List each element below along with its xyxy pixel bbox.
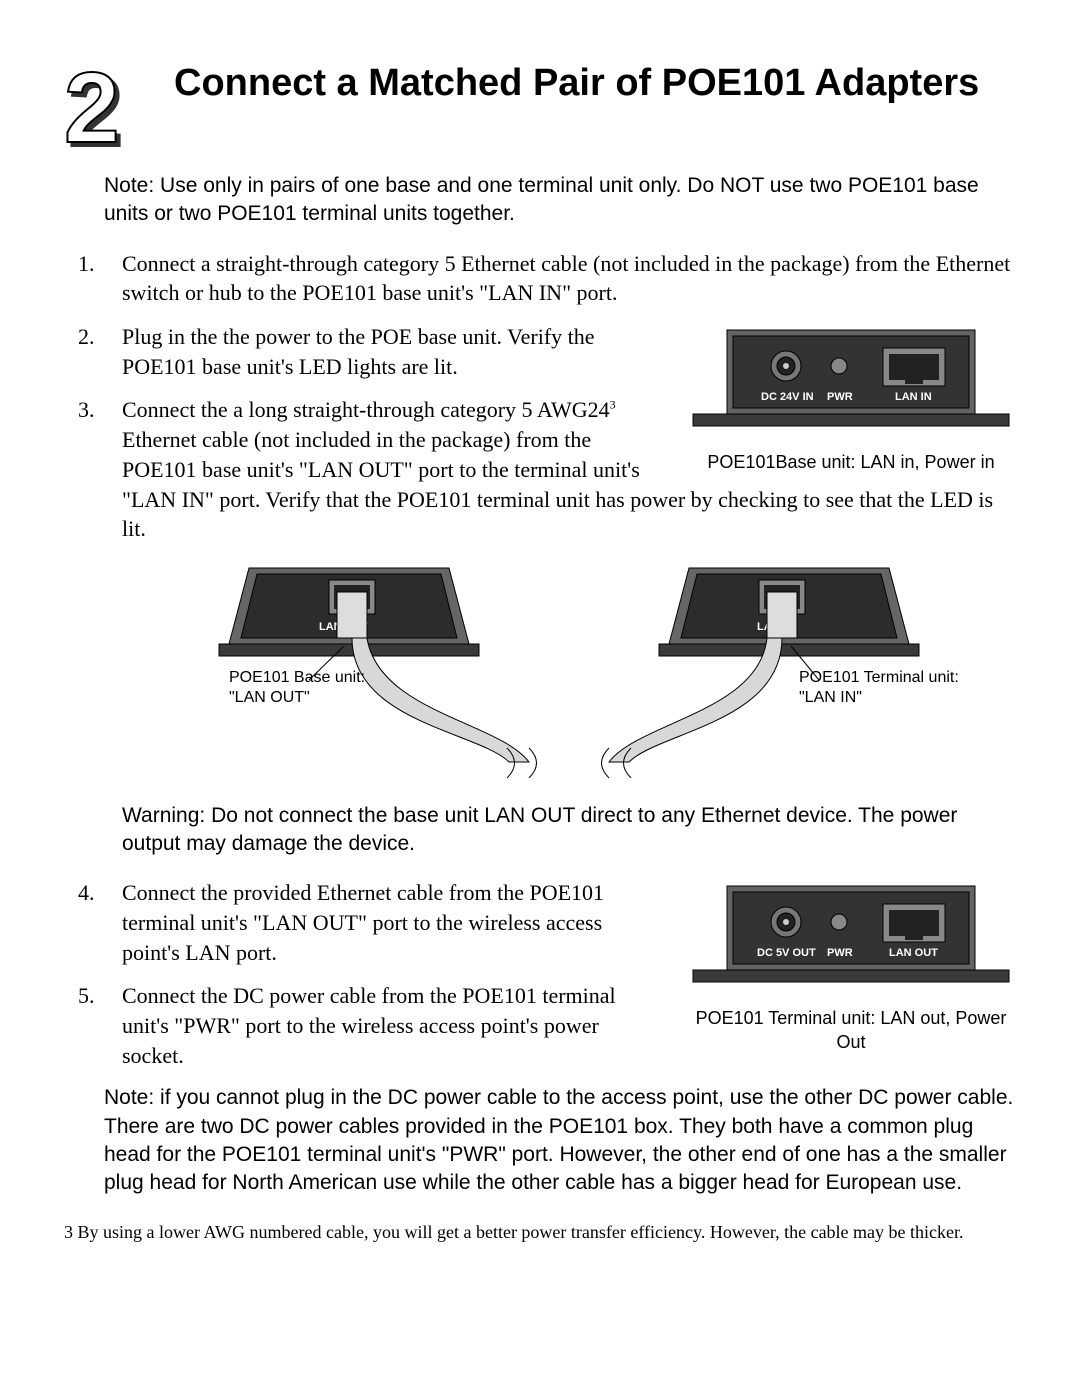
top-note: Note: Use only in pairs of one base and … (104, 172, 1016, 229)
page-title: Connect a Matched Pair of POE101 Adapter… (174, 58, 979, 106)
step-3-footnote-ref: 3 (610, 398, 616, 412)
figure-cable-link: LAN OUT LAN IN (179, 562, 959, 790)
step-3-text-a: Connect the a long straight-through cate… (122, 397, 610, 422)
fig2-left-caption-l2: "LAN OUT" (229, 689, 310, 706)
step-2-text: Plug in the the power to the POE base un… (122, 324, 595, 379)
terminal-unit-diagram-icon: DC 5V OUT PWR LAN OUT (691, 878, 1011, 988)
step-4: DC 5V OUT PWR LAN OUT POE101 Terminal un… (64, 878, 1016, 967)
bottom-note: Note: if you cannot plug in the DC power… (104, 1084, 1016, 1197)
step-3-text-b: Ethernet cable (not included in the pack… (122, 427, 993, 541)
footnote-text: By using a lower AWG numbered cable, you… (73, 1222, 964, 1242)
step-1: Connect a straight-through category 5 Et… (64, 249, 1016, 308)
steps-list: Connect a straight-through category 5 Et… (64, 249, 1016, 1071)
step-5-text: Connect the DC power cable from the POE1… (122, 983, 616, 1067)
fig2-right-caption-l2: "LAN IN" (799, 689, 862, 706)
fig2-right-caption-l1: POE101 Terminal unit: (799, 669, 959, 686)
step-number-icon: 2 2 (64, 58, 144, 148)
fig3-lan-label: LAN OUT (889, 947, 938, 959)
heading-row: 2 2 Connect a Matched Pair of POE101 Ada… (64, 58, 1016, 148)
document-page: 2 2 Connect a Matched Pair of POE101 Ada… (0, 0, 1080, 1283)
step-5: Connect the DC power cable from the POE1… (64, 981, 1016, 1070)
fig3-dc-label: DC 5V OUT (757, 947, 816, 959)
footnote: 3 By using a lower AWG numbered cable, y… (64, 1222, 1016, 1244)
step-number: 2 (64, 58, 120, 158)
fig3-pwr-label: PWR (827, 947, 853, 959)
warning-text: Warning: Do not connect the base unit LA… (122, 802, 1016, 859)
cable-link-diagram-icon: LAN OUT LAN IN (179, 562, 959, 782)
step-4-text: Connect the provided Ethernet cable from… (122, 880, 604, 964)
step-2: DC 24V IN PWR LAN IN POE101Base unit: LA… (64, 322, 1016, 381)
fig2-left-caption-l1: POE101 Base unit: (229, 669, 365, 686)
step-1-text: Connect a straight-through category 5 Et… (122, 251, 1010, 306)
footnote-number: 3 (64, 1222, 73, 1242)
step-3: Connect the a long straight-through cate… (64, 395, 1016, 858)
